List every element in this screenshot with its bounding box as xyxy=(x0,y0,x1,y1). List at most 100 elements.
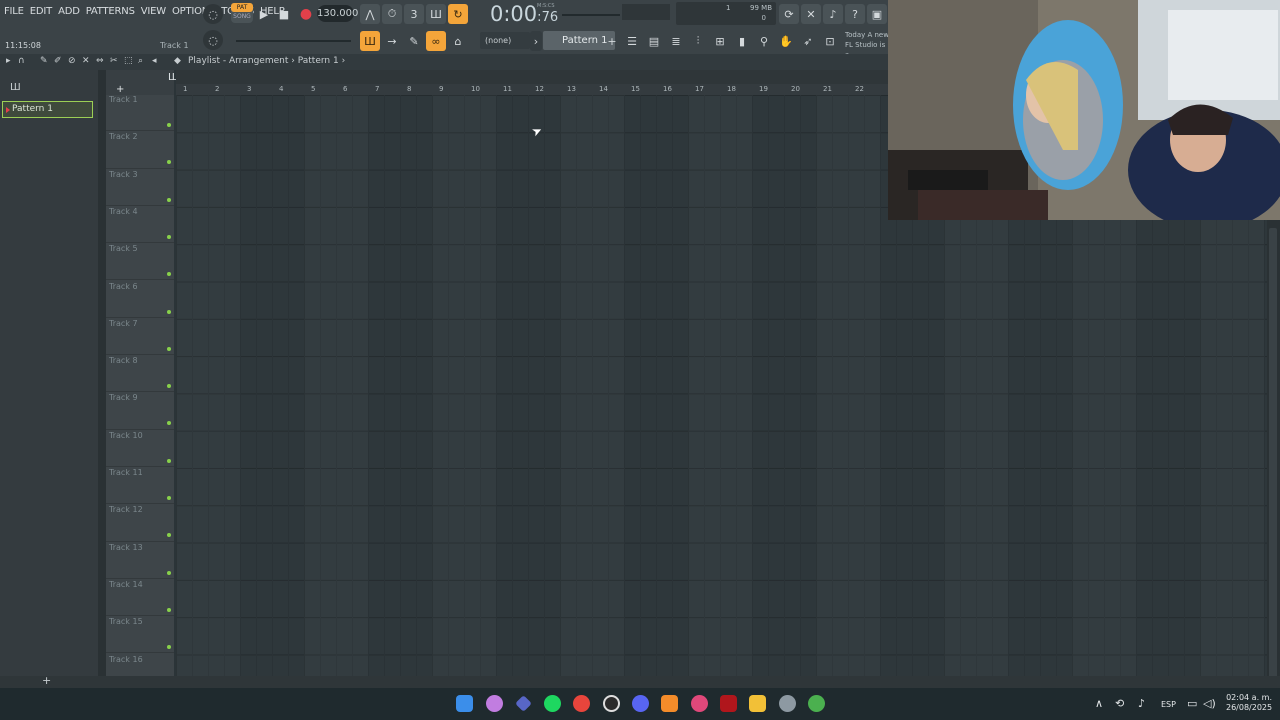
tempo-display[interactable]: 130.000 xyxy=(317,5,358,22)
snap-selector[interactable]: (none) xyxy=(480,32,530,49)
delete-tool-icon[interactable]: ⊘ xyxy=(68,56,76,66)
master-volume-slider[interactable] xyxy=(236,40,351,42)
tray-sync-icon[interactable]: ⟲ xyxy=(1115,697,1124,710)
tray-language[interactable]: ESP xyxy=(1161,700,1176,709)
plugin-database-icon[interactable]: ▮ xyxy=(732,31,752,51)
draw-tool-icon[interactable]: ✎ xyxy=(40,56,48,66)
track-header[interactable]: Track 13 xyxy=(106,542,174,579)
undo-history-icon[interactable]: ⟳ xyxy=(779,4,799,24)
track-header[interactable]: Track 7 xyxy=(106,318,174,356)
pattern-selector[interactable]: Pattern 1 xyxy=(543,31,615,50)
track-header[interactable]: Track 8 xyxy=(106,355,174,393)
stop-button[interactable]: ■ xyxy=(274,4,294,24)
wait-input-icon[interactable]: ⏱ xyxy=(382,4,402,24)
menu-add[interactable]: ADD xyxy=(58,6,80,17)
vertical-scrollbar[interactable] xyxy=(1267,220,1280,687)
discord-icon[interactable] xyxy=(632,695,649,712)
loop-record-icon[interactable]: ↻ xyxy=(448,4,468,24)
select-tool-icon[interactable]: ⬚ xyxy=(124,56,133,66)
magnet-icon[interactable]: ∩ xyxy=(18,56,25,66)
track-header[interactable]: Track 1 xyxy=(106,94,174,132)
record-button[interactable]: ● xyxy=(296,4,316,24)
track-enable-icon[interactable] xyxy=(167,272,171,277)
piano-roll-icon[interactable]: ▤ xyxy=(644,31,664,51)
copilot-icon[interactable] xyxy=(486,695,503,712)
file-explorer-icon[interactable] xyxy=(749,695,766,712)
track-header[interactable]: Track 5 xyxy=(106,243,174,281)
app-icon[interactable] xyxy=(515,695,532,712)
tray-network-icon[interactable]: ▭ xyxy=(1187,697,1197,710)
menu-edit[interactable]: EDIT xyxy=(30,6,52,17)
track-enable-icon[interactable] xyxy=(167,123,171,127)
track-header[interactable]: Track 4 xyxy=(106,206,174,244)
track-enable-icon[interactable] xyxy=(167,533,171,538)
track-enable-icon[interactable] xyxy=(167,384,171,389)
track-enable-icon[interactable] xyxy=(167,645,171,650)
app-pink-icon[interactable] xyxy=(691,695,708,712)
track-header[interactable]: Track 2 xyxy=(106,131,174,169)
countdown-icon[interactable]: 3 xyxy=(404,4,424,24)
main-volume-knob[interactable]: ◌ xyxy=(203,4,223,24)
step-edit-icon[interactable]: Ш xyxy=(426,4,446,24)
fl-studio-icon[interactable] xyxy=(661,695,678,712)
track-header[interactable]: Track 10 xyxy=(106,430,174,467)
slice-tool-icon[interactable]: ✂ xyxy=(110,56,118,66)
playlist-menu-icon[interactable]: ▸ xyxy=(6,56,11,66)
save-icon[interactable]: ▣ xyxy=(867,4,887,24)
pattern-arrow-icon[interactable]: › xyxy=(530,31,542,51)
help-icon[interactable]: ? xyxy=(845,4,865,24)
channel-rack-icon[interactable]: ≣ xyxy=(666,31,686,51)
paint-tool-icon[interactable]: ✐ xyxy=(54,56,62,66)
add-pattern-icon[interactable]: + xyxy=(606,31,618,51)
track-enable-icon[interactable] xyxy=(167,607,171,612)
track-header[interactable]: Track 9 xyxy=(106,392,174,430)
master-pitch-slider[interactable] xyxy=(562,14,620,16)
menu-view[interactable]: VIEW xyxy=(141,6,166,17)
breadcrumb-pattern[interactable]: Pattern 1 xyxy=(298,56,339,66)
track-enable-icon[interactable] xyxy=(167,234,171,239)
tray-chevron-icon[interactable]: ∧ xyxy=(1095,697,1103,710)
snap-icon[interactable]: ⌂ xyxy=(448,31,468,51)
arrangement-arrow-icon[interactable]: ◆ xyxy=(174,56,181,66)
track-header[interactable]: Track 6 xyxy=(106,281,174,318)
menu-file[interactable]: FILE xyxy=(4,6,24,17)
mute-tool-icon[interactable]: ✕ xyxy=(82,56,90,66)
obs-icon[interactable] xyxy=(603,695,620,712)
playback-tool-icon[interactable]: ◂ xyxy=(152,56,157,66)
menu-patterns[interactable]: PATTERNS xyxy=(86,6,135,17)
settings-icon[interactable] xyxy=(779,695,796,712)
tray-volume-icon[interactable]: ◁) xyxy=(1203,697,1216,710)
next-arrow-icon[interactable]: → xyxy=(382,31,402,51)
spotify-icon[interactable] xyxy=(544,695,561,712)
pattern-mode-icon[interactable]: Ш xyxy=(360,31,380,51)
track-header[interactable]: Track 11 xyxy=(106,467,174,505)
ruler-overview[interactable] xyxy=(176,70,890,84)
app-red-icon[interactable] xyxy=(720,695,737,712)
track-header[interactable]: Track 3 xyxy=(106,169,174,206)
plugin-picker-icon[interactable]: ⚲ xyxy=(754,31,774,51)
track-enable-icon[interactable] xyxy=(167,458,171,463)
scrollbar-thumb[interactable] xyxy=(1269,228,1277,678)
breadcrumb-playlist[interactable]: Playlist - Arrangement xyxy=(188,56,288,66)
picker-pattern-item[interactable]: Pattern 1 xyxy=(2,101,93,118)
microphone-icon[interactable]: ♪ xyxy=(823,4,843,24)
pencil-tool-icon[interactable]: ✎ xyxy=(404,31,424,51)
track-enable-icon[interactable] xyxy=(167,346,171,351)
track-header[interactable]: Track 15 xyxy=(106,616,174,654)
track-header[interactable]: Track 14 xyxy=(106,579,174,617)
track-enable-icon[interactable] xyxy=(167,496,171,500)
start-icon[interactable] xyxy=(456,695,473,712)
tray-clock[interactable]: 02:04 a. m. 26/08/2025 xyxy=(1226,693,1272,713)
track-enable-icon[interactable] xyxy=(167,197,171,202)
timeline-ruler[interactable]: 1 2 3 4 5 6 7 8 9 10 11 12 13 14 15 16 17 18 19 20 21 22 xyxy=(176,84,890,95)
video-icon[interactable]: ➶ xyxy=(798,31,818,51)
metronome-icon[interactable]: ⋀ xyxy=(360,4,380,24)
track-enable-icon[interactable] xyxy=(167,421,171,426)
mixer-icon[interactable]: ⫶ xyxy=(688,31,708,51)
tools-icon[interactable]: ✕ xyxy=(801,4,821,24)
link-icon[interactable]: ∞ xyxy=(426,31,446,51)
track-enable-icon[interactable] xyxy=(167,160,171,165)
chrome-alt-icon[interactable] xyxy=(808,695,825,712)
master-pitch-knob[interactable]: ◌ xyxy=(203,30,223,50)
picker-pattern-icon[interactable]: Ш xyxy=(10,82,21,93)
